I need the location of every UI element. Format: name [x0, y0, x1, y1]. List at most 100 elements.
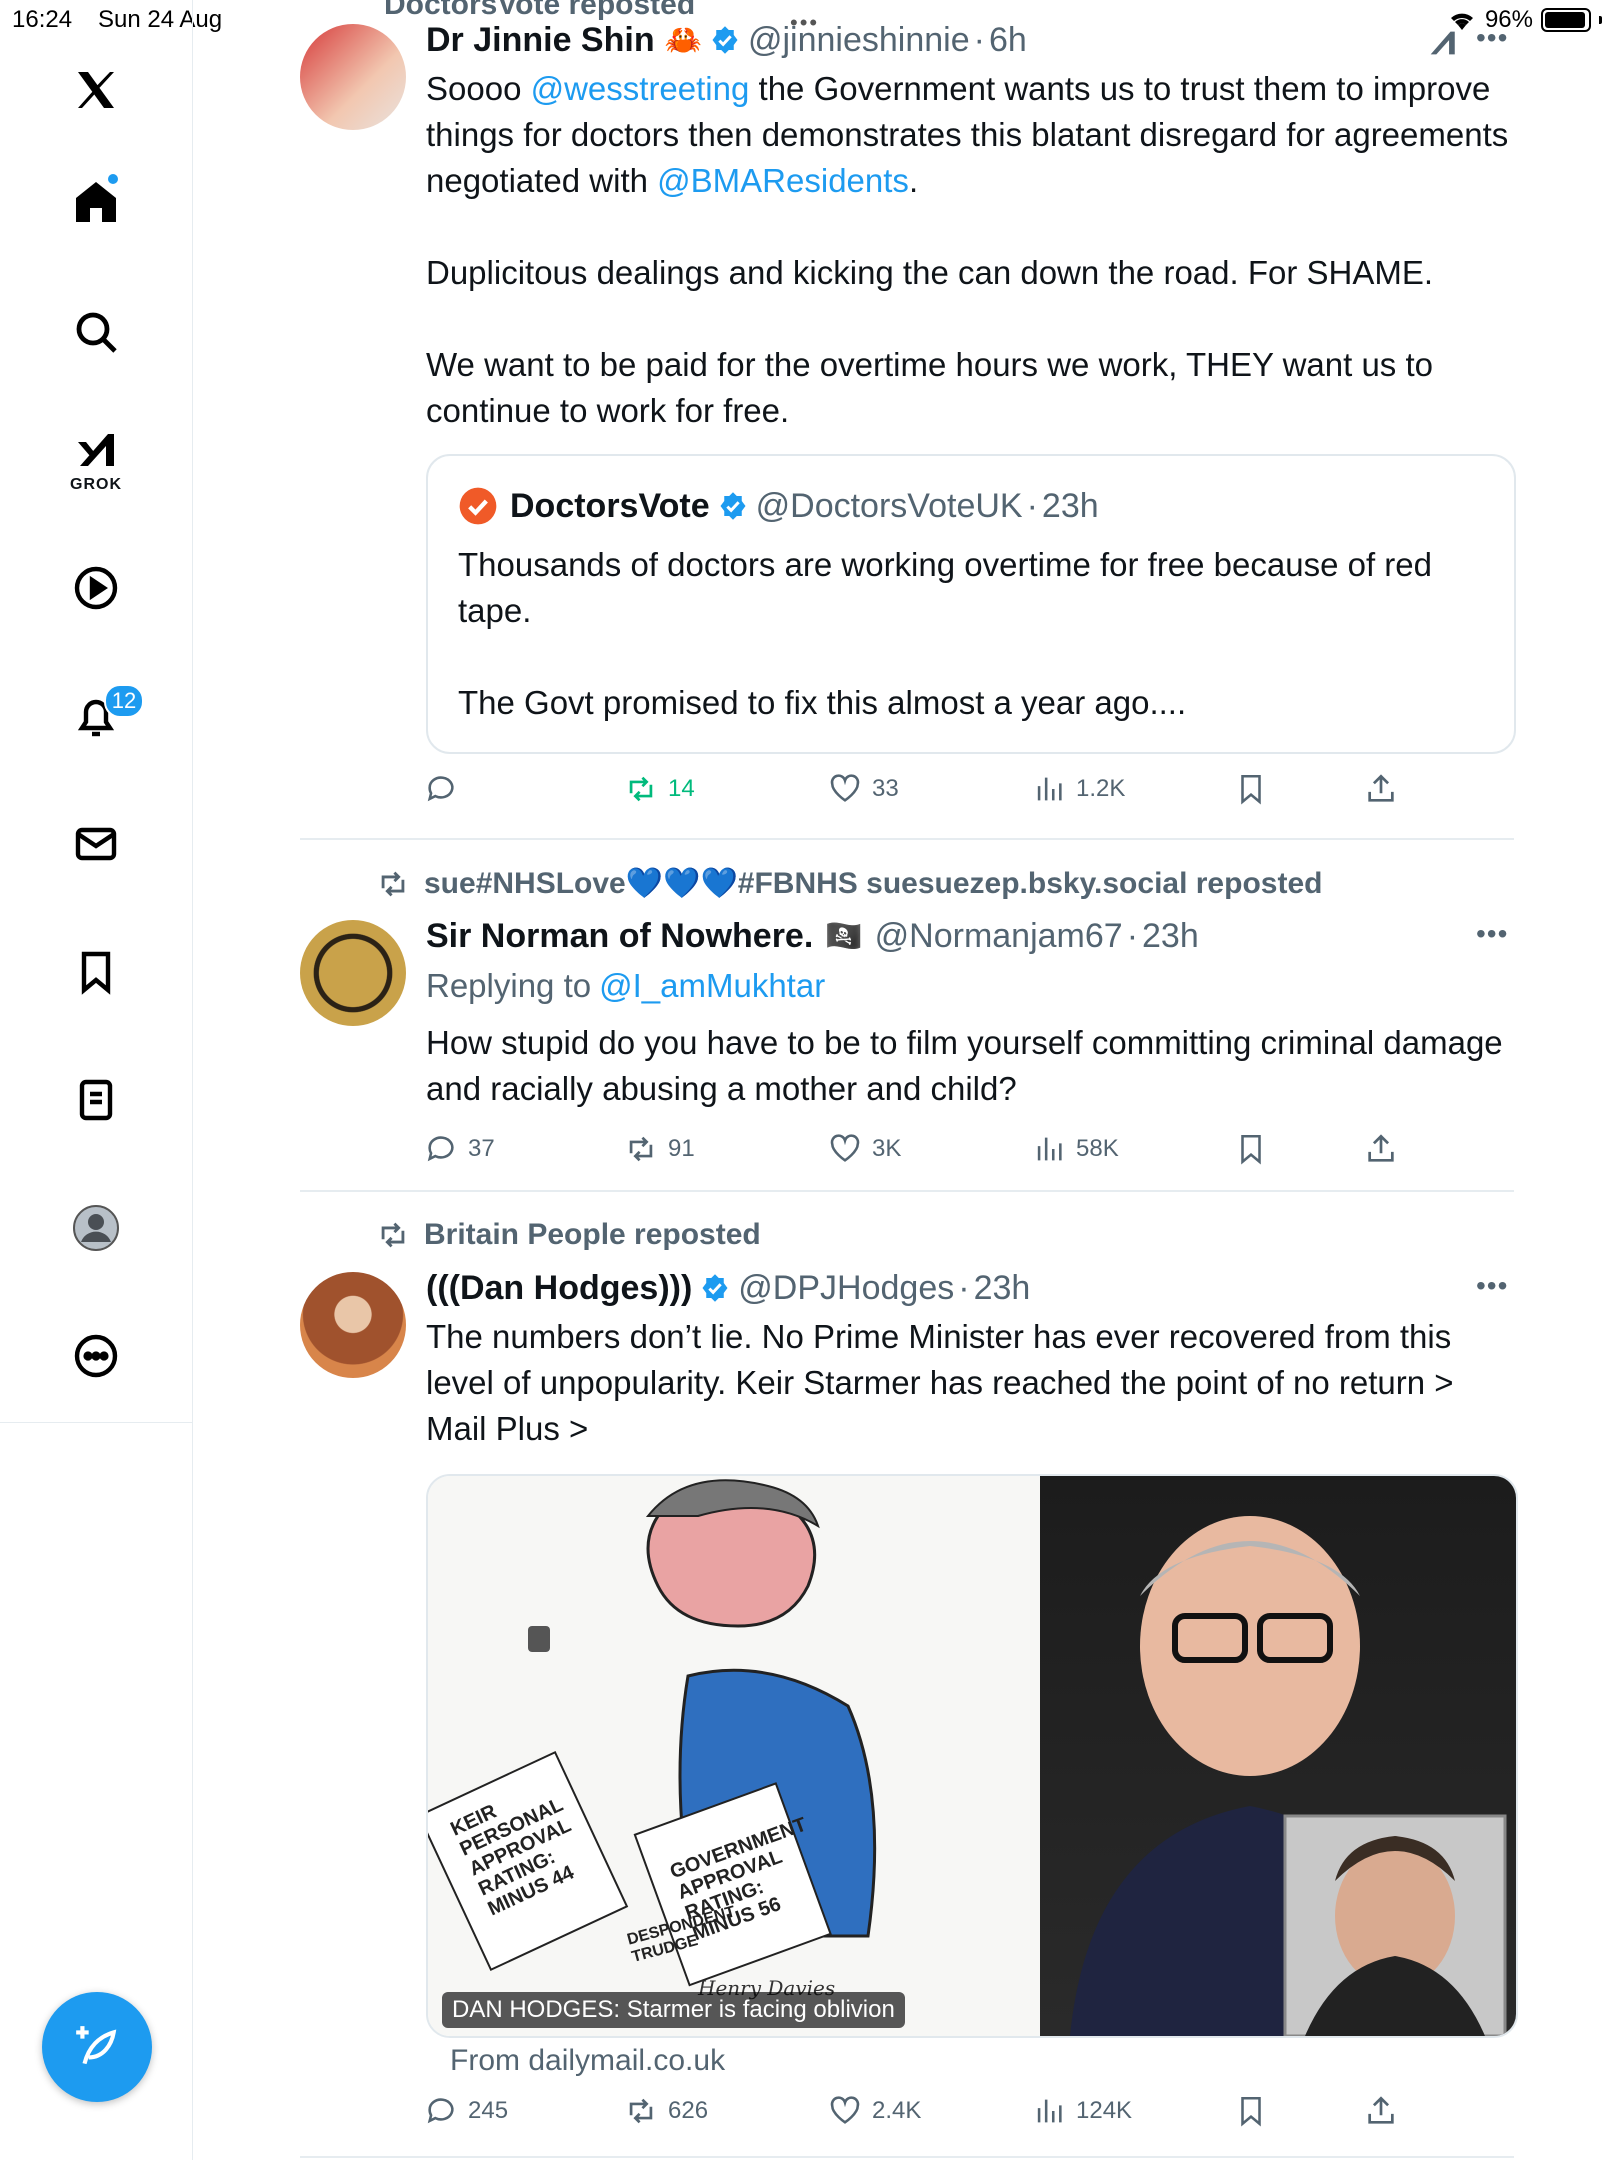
- repost-button[interactable]: 91: [624, 1132, 695, 1166]
- share-button[interactable]: [1364, 772, 1398, 806]
- more-options-icon[interactable]: •••: [1476, 22, 1508, 54]
- dot-separator: ·: [1126, 916, 1139, 955]
- tweet-paragraph: We want to be paid for the overtime hour…: [426, 346, 1433, 429]
- repost-icon: [629, 1136, 653, 1162]
- share-icon: [1368, 1134, 1394, 1162]
- display-name[interactable]: (((Dan Hodges))): [426, 1269, 692, 1308]
- media-caption: DAN HODGES: Starmer is facing oblivion: [442, 1992, 905, 2028]
- compose-feather-icon: [76, 2026, 117, 2065]
- handle[interactable]: @Normanjam67: [875, 917, 1123, 956]
- mention-link[interactable]: @BMAResidents: [657, 162, 909, 199]
- compose-button[interactable]: [42, 1992, 152, 2102]
- like-button[interactable]: 2.4K: [828, 2094, 921, 2128]
- lists-icon[interactable]: [70, 1074, 122, 1126]
- repost-count: 626: [668, 2097, 709, 2124]
- x-logo-icon[interactable]: [70, 64, 122, 116]
- like-button[interactable]: 3K: [828, 1132, 901, 1166]
- link-source[interactable]: From dailymail.co.uk: [450, 2044, 725, 2078]
- bookmarks-icon[interactable]: [70, 946, 122, 998]
- handle[interactable]: @jinnieshinnie: [748, 21, 970, 60]
- reply-count: 245: [468, 2097, 509, 2124]
- bookmark-icon: [1241, 2096, 1261, 2127]
- more-options-icon[interactable]: •••: [1476, 918, 1508, 950]
- view-count: 58K: [1076, 1135, 1119, 1162]
- quote-handle: @DoctorsVoteUK: [755, 486, 1023, 525]
- quote-avatar-icon: [459, 487, 497, 525]
- text-segment: Soooo: [426, 70, 531, 107]
- repost-banner: Britain People reposted: [376, 1218, 761, 1252]
- cartoon-image: KEIR PERSONAL APPROVAL RATING: MINUS 44 …: [428, 1476, 1040, 2036]
- mention-link[interactable]: @wesstreeting: [531, 70, 750, 107]
- quoted-tweet[interactable]: DoctorsVote @DoctorsVoteUK · 23h Thousan…: [426, 454, 1516, 754]
- video-icon[interactable]: [70, 562, 122, 614]
- sidebar: GROK 12: [0, 0, 193, 2160]
- views-icon: [1037, 1137, 1062, 1161]
- share-icon: [1368, 2096, 1394, 2124]
- bookmark-icon: [1241, 1134, 1261, 1165]
- heart-icon: [830, 774, 860, 802]
- timestamp[interactable]: 23h: [1142, 917, 1199, 956]
- replying-to-link[interactable]: @I_amMukhtar: [599, 967, 825, 1005]
- photo-person-illustration: [1070, 1516, 1507, 2036]
- handle[interactable]: @DPJHodges: [738, 1269, 954, 1308]
- more-icon[interactable]: [70, 1330, 122, 1382]
- display-name[interactable]: Dr Jinnie Shin: [426, 21, 655, 60]
- avatar[interactable]: [300, 920, 406, 1026]
- like-count: 3K: [872, 1135, 902, 1162]
- share-button[interactable]: [1364, 1132, 1398, 1166]
- view-count: 124K: [1076, 2097, 1133, 2124]
- views-button[interactable]: 1.2K: [1032, 772, 1125, 806]
- like-count: 2.4K: [872, 2097, 922, 2124]
- tweet-divider: [300, 838, 1514, 840]
- like-button[interactable]: 33: [828, 772, 899, 806]
- reply-button[interactable]: 245: [424, 2094, 508, 2128]
- reply-icon: [427, 1136, 454, 1162]
- timestamp[interactable]: 6h: [989, 21, 1027, 60]
- grok-icon[interactable]: [70, 424, 122, 476]
- repost-count: 91: [668, 1135, 695, 1162]
- display-name[interactable]: Sir Norman of Nowhere.: [426, 917, 813, 956]
- photo-image: [1040, 1476, 1516, 2036]
- cartoon-illustration: [428, 1479, 877, 1987]
- avatar[interactable]: [300, 1272, 406, 1378]
- bookmark-button[interactable]: [1234, 1132, 1268, 1166]
- bookmark-icon: [1241, 774, 1261, 805]
- tweet-media[interactable]: KEIR PERSONAL APPROVAL RATING: MINUS 44 …: [426, 1474, 1518, 2038]
- grok-corner-icon[interactable]: [1422, 26, 1462, 65]
- messages-icon[interactable]: [70, 818, 122, 870]
- repost-icon: [629, 776, 653, 802]
- replying-to: Replying to @I_amMukhtar: [426, 964, 825, 1008]
- tweet-header: Sir Norman of Nowhere. 🏴‍☠️ @Normanjam67…: [426, 914, 1199, 958]
- tweet-header: (((Dan Hodges))) @DPJHodges · 23h: [426, 1266, 1030, 1310]
- repost-banner-text: sue#NHSLove💙💙💙#FBNHS suesuezep.bsky.soci…: [424, 867, 1323, 900]
- views-button[interactable]: 124K: [1032, 2094, 1132, 2128]
- sidebar-divider: [0, 1422, 192, 1423]
- bookmark-button[interactable]: [1234, 772, 1268, 806]
- verified-badge-icon: [720, 492, 746, 520]
- views-button[interactable]: 58K: [1032, 1132, 1119, 1166]
- bookmark-button[interactable]: [1234, 2094, 1268, 2128]
- more-options-icon[interactable]: •••: [1476, 1270, 1508, 1302]
- crab-emoji: 🦀: [664, 23, 702, 57]
- avatar[interactable]: [300, 24, 406, 130]
- share-button[interactable]: [1364, 2094, 1398, 2128]
- repost-button[interactable]: 14: [624, 772, 695, 806]
- notifications-badge: 12: [104, 684, 144, 718]
- dot-separator: ·: [1026, 486, 1038, 525]
- timestamp[interactable]: 23h: [974, 1269, 1031, 1308]
- grok-label: GROK: [70, 476, 122, 493]
- search-icon[interactable]: [70, 306, 122, 358]
- quote-text: Thousands of doctors are working overtim…: [458, 542, 1488, 726]
- tweet-paragraph: Duplicitous dealings and kicking the can…: [426, 254, 1434, 291]
- dot-separator: ·: [973, 20, 985, 59]
- tweet-text: The numbers don’t lie. No Prime Minister…: [426, 1318, 1454, 1447]
- home-unread-dot: [108, 174, 118, 184]
- reply-icon: [427, 776, 454, 802]
- repost-button[interactable]: 626: [624, 2094, 708, 2128]
- reply-button[interactable]: [424, 772, 468, 806]
- reply-button[interactable]: 37: [424, 1132, 495, 1166]
- tweet-divider: [300, 1190, 1514, 1192]
- tweet-actions: 245 626 2.4K 124K: [424, 2094, 1424, 2134]
- tweet-actions: 37 91 3K 58K: [424, 1132, 1424, 1172]
- profile-icon[interactable]: [70, 1202, 122, 1254]
